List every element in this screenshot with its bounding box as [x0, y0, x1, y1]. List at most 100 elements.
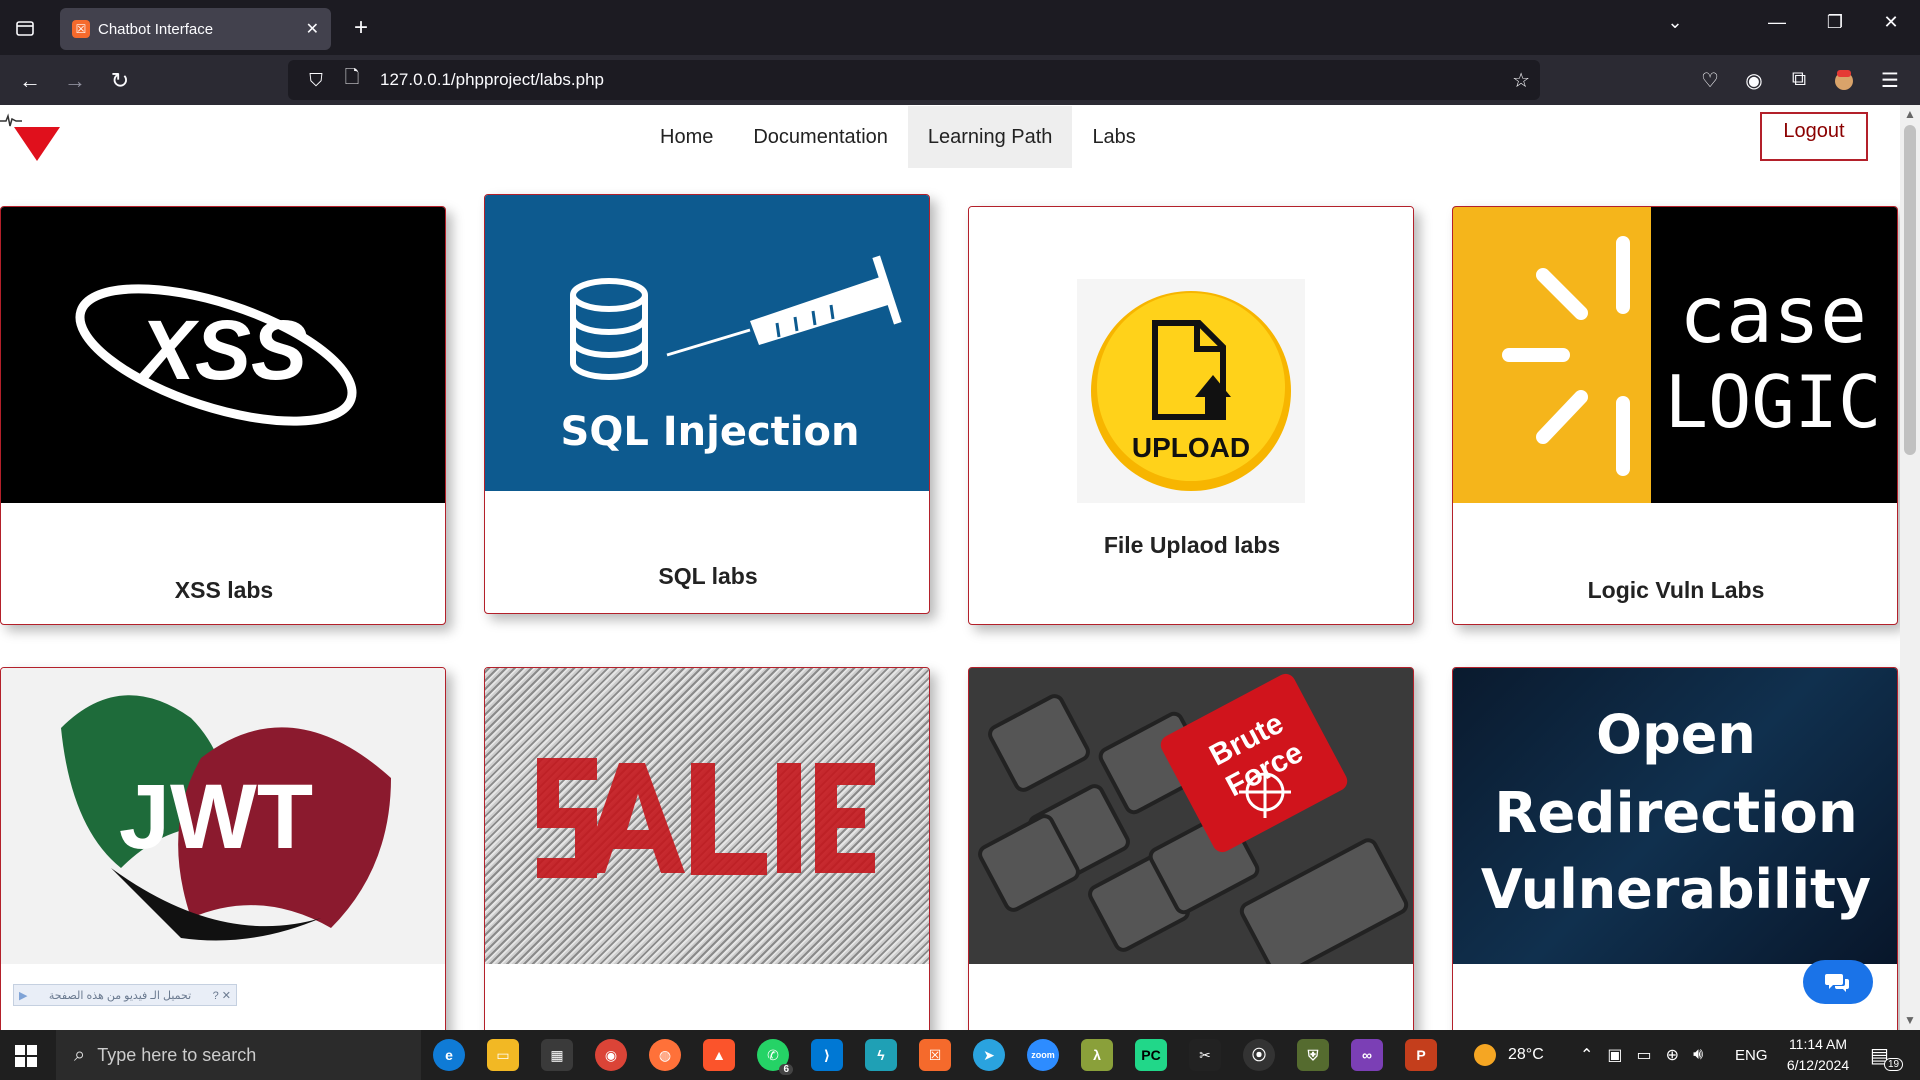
- battery-icon[interactable]: ▭: [1637, 1045, 1652, 1065]
- xampp-icon[interactable]: ☒: [919, 1039, 951, 1071]
- page-scrollbar[interactable]: ▲ ▼: [1900, 105, 1920, 1030]
- reload-icon[interactable]: ↻: [105, 66, 135, 96]
- zoom-icon[interactable]: zoom: [1027, 1039, 1059, 1071]
- windows-taskbar: ⌕ Type here to search e ▭ ▦ ◉ ◍ ▲ ✆ 6 ⟩ …: [0, 1030, 1920, 1080]
- tray-icons: ⌃ ▣ ▭ ⊕ 🔊︎: [1580, 1030, 1703, 1080]
- forward-icon[interactable]: →: [60, 66, 90, 96]
- play-icon: ▶: [19, 989, 28, 1002]
- case-logo-text: case: [1679, 271, 1867, 361]
- tab-overflow-chevron-icon[interactable]: ⌄: [1660, 12, 1690, 33]
- lab-card-jwt[interactable]: JWT ▶ تحميل الـ فيديو من هذه الصفحة ? ✕: [0, 667, 446, 1030]
- bookmark-star-icon[interactable]: ☆: [1512, 68, 1530, 93]
- clock[interactable]: 11:14 AM 6/12/2024: [1778, 1034, 1858, 1076]
- brave-icon[interactable]: ▲: [703, 1039, 735, 1071]
- volume-icon[interactable]: 🔊︎: [1693, 1046, 1703, 1064]
- nav-link-learning-path[interactable]: Learning Path: [907, 106, 1073, 168]
- upload-button-image: UPLOAD: [969, 207, 1413, 503]
- back-icon[interactable]: ←: [15, 66, 45, 96]
- extension-avatar-icon[interactable]: [1830, 68, 1858, 98]
- logout-button[interactable]: Logout: [1760, 112, 1868, 161]
- pycharm-icon[interactable]: PC: [1135, 1039, 1167, 1071]
- scroll-down-icon[interactable]: ▼: [1904, 1013, 1916, 1027]
- lab-card-brute-force[interactable]: Brute Force: [968, 667, 1414, 1030]
- vscode-icon[interactable]: ⟩: [811, 1039, 843, 1071]
- windows-start-icon[interactable]: [14, 1044, 38, 1068]
- account-icon[interactable]: ◉: [1740, 68, 1768, 93]
- lambda-app-icon[interactable]: λ: [1081, 1039, 1113, 1071]
- overlay-close-icon[interactable]: ? ✕: [213, 989, 231, 1002]
- clock-date: 6/12/2024: [1786, 1057, 1850, 1073]
- site-logo[interactable]: [0, 113, 66, 163]
- chat-bubbles-icon: [1825, 974, 1849, 992]
- chrome-icon[interactable]: ◉: [595, 1039, 627, 1071]
- lab-card-sql[interactable]: SQL Injection SQL labs: [484, 194, 930, 614]
- tab-favicon-icon: ☒: [72, 20, 90, 38]
- extensions-icon[interactable]: ⧉: [1785, 68, 1813, 91]
- menu-icon[interactable]: ☰: [1876, 68, 1904, 93]
- meet-icon[interactable]: ▣: [1607, 1045, 1622, 1065]
- brute-force-keyboard-image: Brute Force: [969, 668, 1413, 964]
- taskbar-search-box[interactable]: ⌕ Type here to search: [56, 1030, 421, 1080]
- open-text: Open: [1596, 703, 1756, 766]
- nav-link-labs[interactable]: Labs: [1072, 106, 1155, 168]
- whatsapp-icon[interactable]: ✆ 6: [757, 1039, 793, 1075]
- firefox-icon[interactable]: ◍: [649, 1039, 681, 1071]
- site-navigation: Home Documentation Learning Path Labs: [640, 106, 1156, 168]
- game-app-icon[interactable]: ⛨: [1297, 1039, 1329, 1071]
- browser-tab[interactable]: ☒ Chatbot Interface ✕: [60, 8, 331, 50]
- page-viewport: Home Documentation Learning Path Labs Lo…: [0, 105, 1900, 1030]
- pocket-icon[interactable]: ♡: [1696, 68, 1724, 93]
- weather-widget[interactable]: 28°C: [1474, 1030, 1544, 1080]
- network-icon[interactable]: ⊕: [1666, 1045, 1679, 1065]
- open-redirect-banner-image: Open Redirection Vulnerability: [1453, 668, 1897, 964]
- scrollbar-thumb[interactable]: [1904, 125, 1916, 455]
- case-logic-logo-image: case LOGIC: [1453, 207, 1897, 503]
- card-label: SQL labs: [658, 563, 758, 589]
- close-window-icon[interactable]: ✕: [1876, 12, 1906, 33]
- shield-icon[interactable]: ⛉: [302, 70, 330, 91]
- card-label: File Uplaod labs: [1103, 532, 1281, 558]
- minimize-icon[interactable]: —: [1762, 12, 1792, 33]
- new-tab-icon[interactable]: +: [347, 14, 375, 42]
- telegram-icon[interactable]: ➤: [973, 1039, 1005, 1071]
- card-label: Logic Vuln Labs: [1587, 577, 1765, 603]
- tab-title: Chatbot Interface: [98, 20, 214, 38]
- vulnerability-text: Vulnerability: [1481, 858, 1871, 921]
- tab-list-icon[interactable]: [11, 14, 39, 42]
- recorder-icon[interactable]: ⦿: [1243, 1039, 1275, 1071]
- edge-icon[interactable]: e: [433, 1039, 465, 1071]
- microsoft-store-icon[interactable]: ▦: [541, 1039, 573, 1071]
- taskbar-search-placeholder: Type here to search: [97, 1044, 257, 1065]
- tray-chevron-icon[interactable]: ⌃: [1580, 1045, 1593, 1065]
- video-download-overlay[interactable]: ▶ تحميل الـ فيديو من هذه الصفحة ? ✕: [13, 984, 237, 1006]
- browser-tab-bar: ☒ Chatbot Interface ✕ + ⌄ — ❐ ✕: [0, 0, 1920, 55]
- language-indicator[interactable]: ENG: [1735, 1030, 1768, 1080]
- browser-nav-bar: ← → ↻ ⛉ 🗋 127.0.0.1/phpproject/labs.php …: [0, 55, 1920, 105]
- bolt-app-icon[interactable]: ϟ: [865, 1039, 897, 1071]
- upload-text: UPLOAD: [1132, 432, 1250, 463]
- tab-close-icon[interactable]: ✕: [306, 19, 319, 39]
- file-explorer-icon[interactable]: ▭: [487, 1039, 519, 1071]
- notification-center[interactable]: ▤ 19: [1870, 1030, 1904, 1080]
- overlay-text: تحميل الـ فيديو من هذه الصفحة: [48, 989, 192, 1002]
- sun-icon: [1474, 1044, 1496, 1066]
- nav-link-documentation[interactable]: Documentation: [733, 106, 908, 168]
- lab-card-xss[interactable]: XSS XSS labs: [0, 206, 446, 625]
- url-text[interactable]: 127.0.0.1/phpproject/labs.php: [380, 70, 604, 90]
- chatbot-button[interactable]: [1803, 960, 1873, 1004]
- page-icon: 🗋: [344, 67, 360, 87]
- capcut-icon[interactable]: ✂: [1189, 1039, 1221, 1071]
- restore-icon[interactable]: ❐: [1820, 12, 1850, 33]
- binary-matrix-image: [485, 668, 929, 964]
- lab-card-logic-vuln[interactable]: case LOGIC Logic Vuln Labs: [1452, 206, 1898, 625]
- url-bar[interactable]: ⛉ 🗋 127.0.0.1/phpproject/labs.php ☆: [288, 60, 1540, 100]
- lab-card-file-upload[interactable]: UPLOAD File Uplaod labs: [968, 206, 1414, 625]
- visual-studio-icon[interactable]: ∞: [1351, 1039, 1383, 1071]
- nav-link-home[interactable]: Home: [640, 106, 733, 168]
- lab-card-binary[interactable]: [484, 667, 930, 1030]
- logic-logo-text: LOGIC: [1665, 360, 1882, 444]
- powerpoint-icon[interactable]: P: [1405, 1039, 1437, 1071]
- scroll-up-icon[interactable]: ▲: [1904, 107, 1916, 121]
- syringe-icon: [666, 255, 902, 357]
- notification-count: 19: [1884, 1058, 1904, 1071]
